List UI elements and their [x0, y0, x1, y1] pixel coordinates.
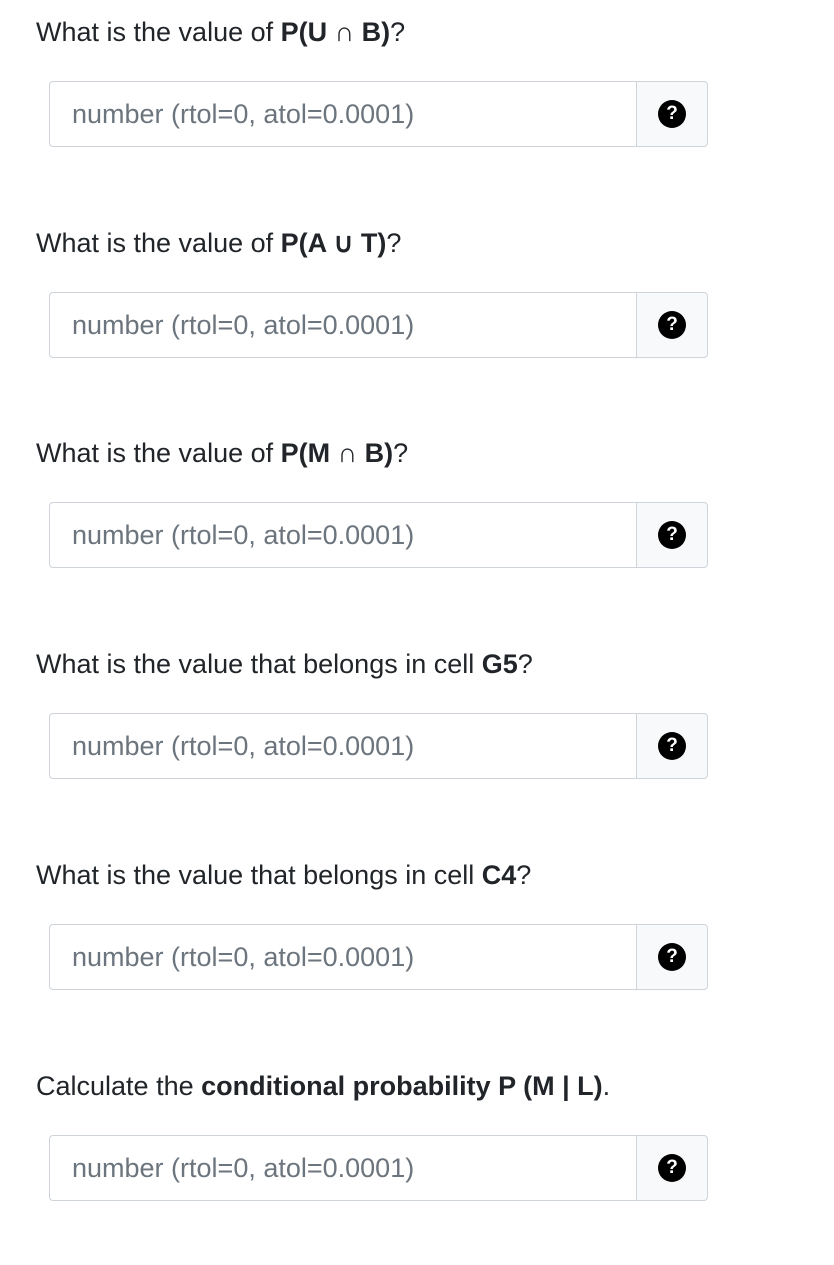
question-prompt: What is the value of P(U ∩ B)?	[36, 14, 405, 50]
question-5: What is the value that belongs in cell C…	[0, 843, 834, 1054]
help-button[interactable]: ?	[636, 81, 708, 147]
question-prompt: What is the value of P(A ∪ T)?	[36, 225, 401, 261]
prompt-emphasis: conditional probability P (M | L)	[201, 1071, 603, 1101]
prompt-text: What is the value that belongs in cell	[36, 860, 482, 890]
question-4: What is the value that belongs in cell G…	[0, 632, 834, 843]
answer-input-group: ?	[49, 713, 708, 779]
answer-input-group: ?	[49, 502, 708, 568]
prompt-end: ?	[516, 860, 532, 890]
question-circle-icon[interactable]: ?	[658, 943, 686, 971]
question-prompt: What is the value that belongs in cell G…	[36, 646, 533, 682]
question-circle-icon[interactable]: ?	[658, 311, 686, 339]
question-3: What is the value of P(M ∩ B)? ?	[0, 421, 834, 632]
prompt-text: What is the value of	[36, 438, 281, 468]
answer-input[interactable]	[49, 502, 636, 568]
answer-input[interactable]	[49, 1135, 636, 1201]
prompt-text: What is the value of	[36, 17, 281, 47]
prompt-emphasis: P(M ∩ B)	[280, 438, 394, 468]
prompt-end: ?	[393, 438, 409, 468]
answer-input-group: ?	[49, 924, 708, 990]
question-circle-icon[interactable]: ?	[658, 1154, 686, 1182]
help-button[interactable]: ?	[636, 924, 708, 990]
question-6: Calculate the conditional probability P …	[0, 1054, 834, 1265]
prompt-emphasis: C4	[481, 860, 517, 890]
prompt-emphasis: P(A ∪ T)	[280, 228, 387, 258]
help-button[interactable]: ?	[636, 502, 708, 568]
question-1: What is the value of P(U ∩ B)? ?	[0, 0, 834, 211]
answer-input[interactable]	[49, 81, 636, 147]
answer-input-group: ?	[49, 81, 708, 147]
answer-input[interactable]	[49, 713, 636, 779]
question-prompt: What is the value that belongs in cell C…	[36, 857, 531, 893]
help-button[interactable]: ?	[636, 713, 708, 779]
help-button[interactable]: ?	[636, 1135, 708, 1201]
prompt-emphasis: P(U ∩ B)	[280, 17, 391, 47]
prompt-emphasis: G5	[481, 649, 518, 679]
prompt-text: What is the value that belongs in cell	[36, 649, 482, 679]
prompt-end: ?	[390, 17, 406, 47]
answer-input-group: ?	[49, 1135, 708, 1201]
help-button[interactable]: ?	[636, 292, 708, 358]
prompt-end: ?	[517, 649, 533, 679]
question-prompt: What is the value of P(M ∩ B)?	[36, 435, 408, 471]
prompt-end: ?	[386, 228, 402, 258]
answer-input[interactable]	[49, 292, 636, 358]
prompt-end: .	[602, 1071, 611, 1101]
prompt-text: What is the value of	[36, 228, 281, 258]
question-prompt: Calculate the conditional probability P …	[36, 1068, 610, 1104]
question-circle-icon[interactable]: ?	[658, 521, 686, 549]
question-circle-icon[interactable]: ?	[658, 732, 686, 760]
question-2: What is the value of P(A ∪ T)? ?	[0, 211, 834, 422]
answer-input[interactable]	[49, 924, 636, 990]
answer-input-group: ?	[49, 292, 708, 358]
prompt-text: Calculate the	[36, 1071, 202, 1101]
question-circle-icon[interactable]: ?	[658, 100, 686, 128]
